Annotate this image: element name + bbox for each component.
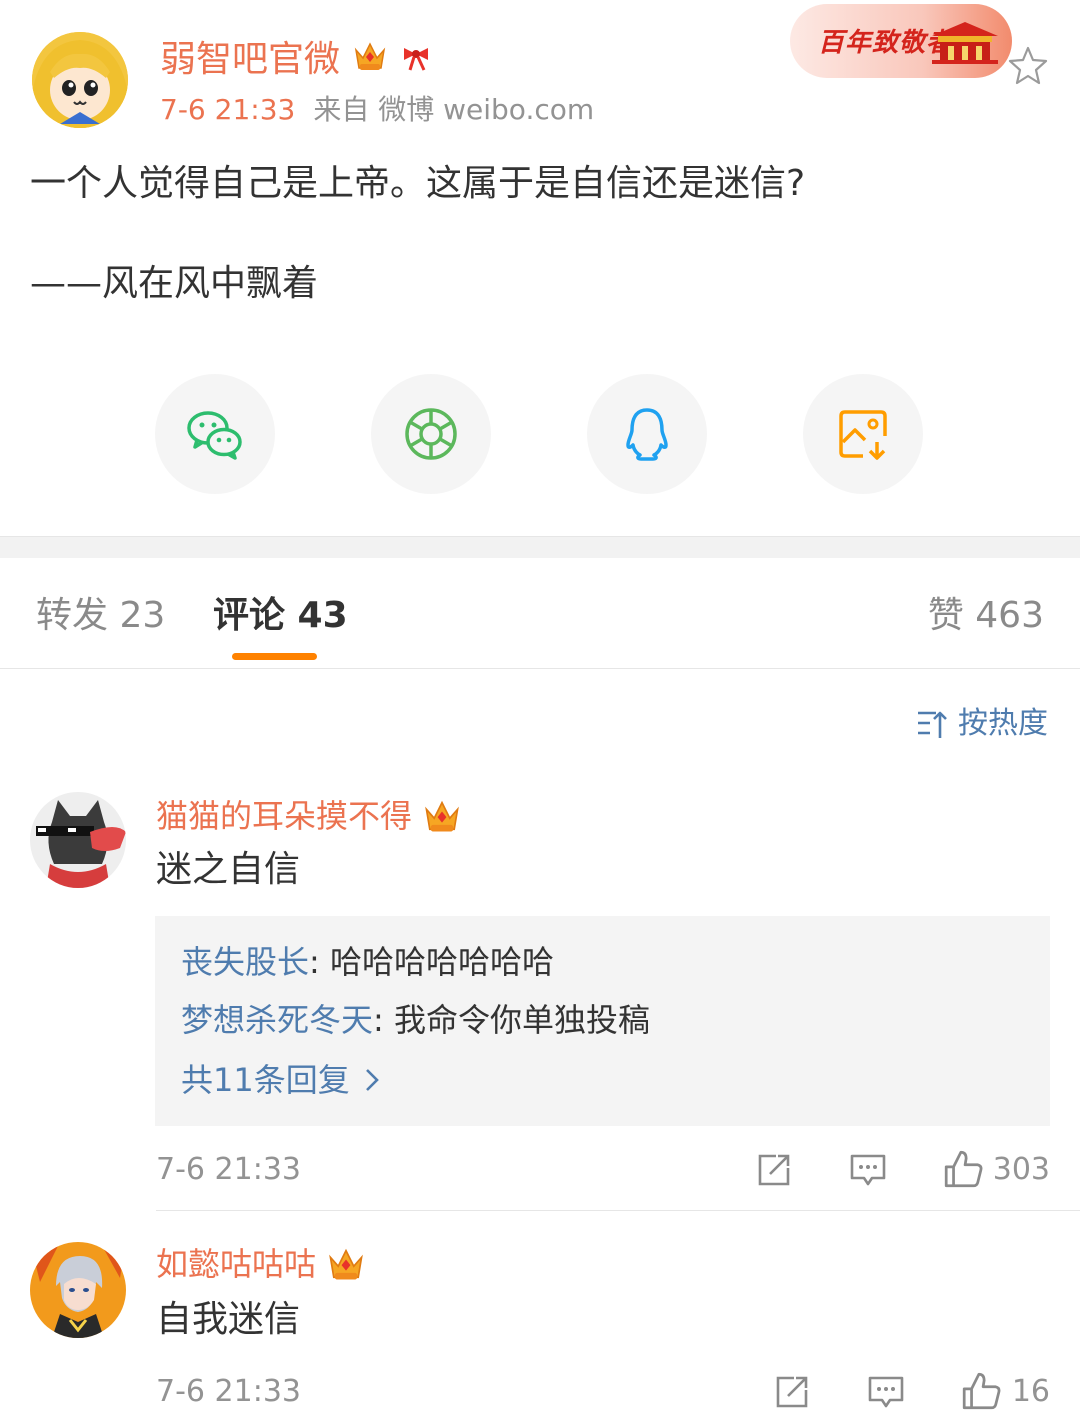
- comment-username[interactable]: 猫猫的耳朵摸不得: [156, 794, 462, 838]
- post-time: 7-6 21:33: [160, 93, 296, 126]
- more-replies-link[interactable]: 共11条回复: [181, 1058, 380, 1102]
- hall-icon: [932, 22, 998, 64]
- reply-separator: :: [373, 1001, 394, 1039]
- more-replies-label[interactable]: 共11条回复: [181, 1058, 350, 1102]
- comment-icon[interactable]: [848, 1150, 888, 1190]
- ribbon-badge-icon: [404, 48, 428, 71]
- vip-crown-icon[interactable]: [352, 38, 388, 74]
- section-divider: [0, 536, 1080, 558]
- post-credit: ——风在风中飘着: [30, 263, 319, 304]
- post-source: 来自 微博 weibo.com: [313, 93, 595, 126]
- reply-separator: :: [309, 943, 330, 981]
- reply-username[interactable]: 梦想杀死冬天: [181, 1001, 373, 1039]
- reply-item[interactable]: 梦想杀死冬天: 我命令你单独投稿: [181, 998, 650, 1042]
- comment-icon[interactable]: [866, 1372, 906, 1412]
- sort-icon: [918, 711, 947, 738]
- vip-crown-icon[interactable]: [326, 1244, 366, 1284]
- comment-time: 7-6 21:33: [156, 1374, 301, 1409]
- comment-avatar[interactable]: [30, 1242, 126, 1338]
- share-moments-button[interactable]: [371, 374, 491, 494]
- vip-crown-icon[interactable]: [422, 796, 462, 836]
- share-save-image-button[interactable]: [803, 374, 923, 494]
- reply-text: 我命令你单独投稿: [393, 1001, 650, 1039]
- comment-divider: [156, 1210, 1080, 1211]
- reply-box[interactable]: 丧失股长: 哈哈哈哈哈哈哈 梦想杀死冬天: 我命令你单独投稿 共11条回复: [155, 916, 1050, 1126]
- author-badges: [352, 38, 434, 74]
- tab-repost[interactable]: 转发 23: [36, 594, 165, 638]
- tab-like[interactable]: 赞 463: [928, 594, 1044, 638]
- thumbs-up-icon[interactable]: [942, 1148, 984, 1190]
- tab-active-indicator: [232, 653, 317, 660]
- chevron-right-icon: [365, 1069, 379, 1091]
- comment-username-text[interactable]: 如懿咕咕咕: [156, 1242, 316, 1286]
- comment-time: 7-6 21:33: [156, 1152, 301, 1187]
- repost-icon[interactable]: [754, 1150, 794, 1190]
- post-text: 一个人觉得自己是上帝。这属于是自信还是迷信?: [30, 163, 806, 204]
- author-avatar[interactable]: [32, 32, 128, 128]
- thumbs-up-icon[interactable]: [960, 1370, 1002, 1412]
- comment-avatar[interactable]: [30, 792, 126, 888]
- wechat-icon: [187, 411, 242, 460]
- repost-icon[interactable]: [772, 1372, 812, 1412]
- save-image-icon: [839, 410, 887, 460]
- comment-username[interactable]: 如懿咕咕咕: [156, 1242, 366, 1286]
- star-icon[interactable]: [1006, 44, 1050, 88]
- share-wechat-button[interactable]: [155, 374, 275, 494]
- promo-badge[interactable]: 百年致敬者: [790, 4, 1012, 78]
- comment-text: 迷之自信: [156, 849, 301, 890]
- comment-username-text[interactable]: 猫猫的耳朵摸不得: [156, 794, 412, 838]
- tab-divider: [0, 668, 1080, 669]
- share-qq-button[interactable]: [587, 374, 707, 494]
- sort-by-hot-button[interactable]: 按热度: [916, 704, 1048, 744]
- reply-text: 哈哈哈哈哈哈哈: [329, 943, 554, 981]
- moments-icon: [405, 408, 457, 460]
- like-count: 303: [992, 1152, 1050, 1187]
- sort-label: 按热度: [958, 706, 1048, 741]
- comment-text: 自我迷信: [156, 1299, 301, 1340]
- like-count: 16: [1011, 1374, 1050, 1409]
- reply-username[interactable]: 丧失股长: [181, 943, 309, 981]
- author-name[interactable]: 弱智吧官微: [160, 36, 340, 84]
- qq-icon: [626, 408, 668, 461]
- post-meta: 7-6 21:33 来自 微博 weibo.com: [160, 92, 594, 128]
- tab-comment[interactable]: 评论 43: [213, 594, 348, 638]
- reply-item[interactable]: 丧失股长: 哈哈哈哈哈哈哈: [181, 940, 554, 984]
